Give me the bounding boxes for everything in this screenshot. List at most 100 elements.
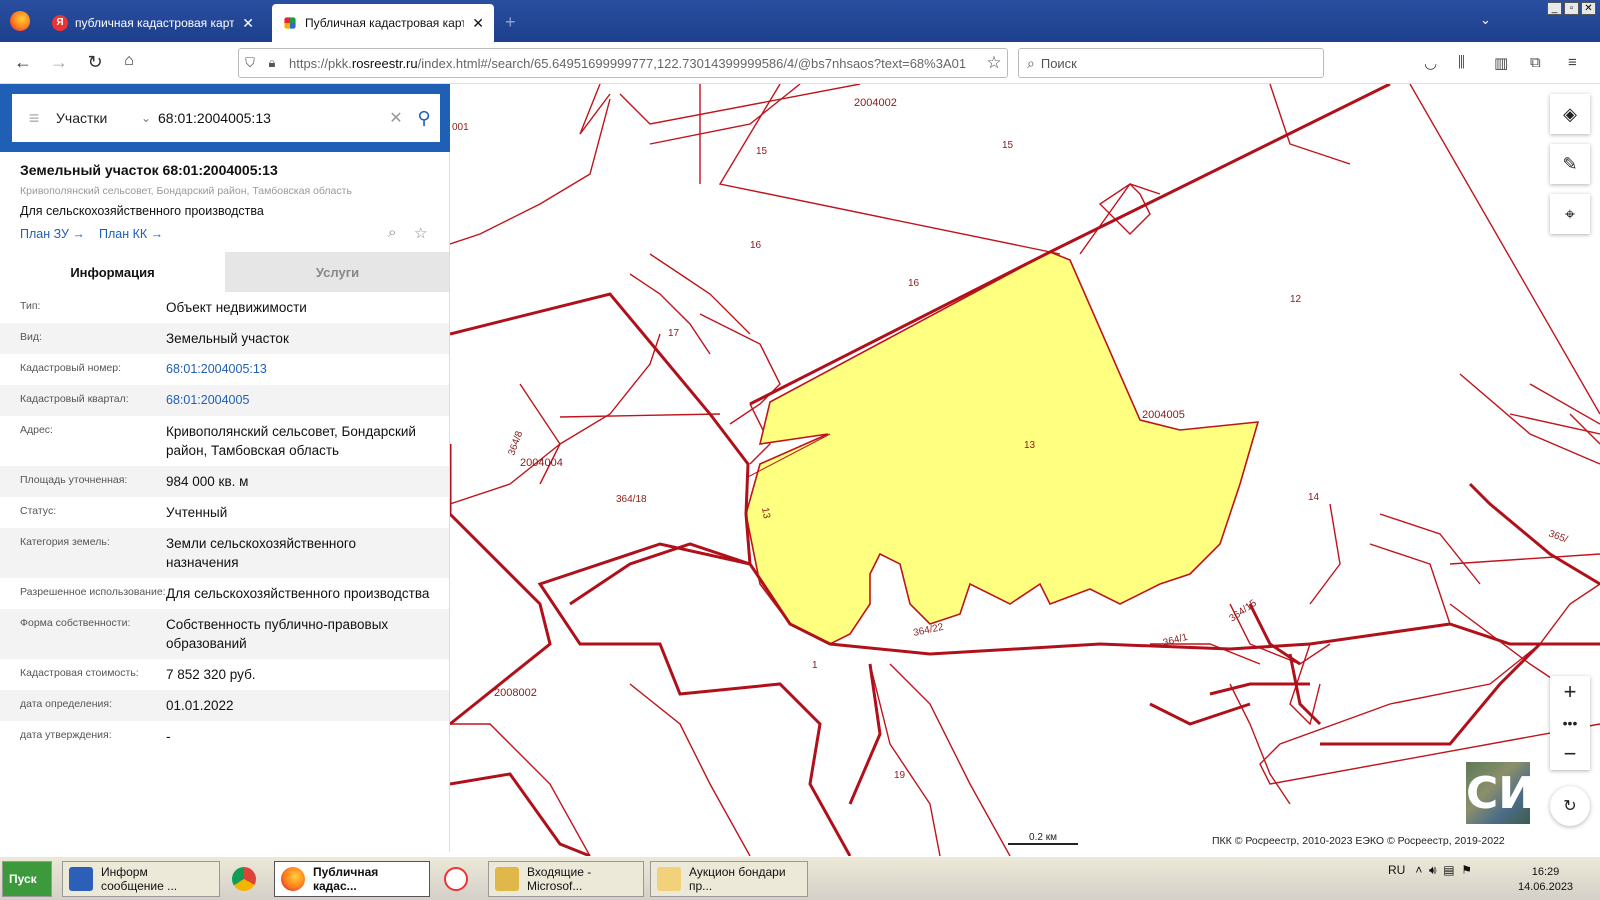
quarter-label: 2004005	[1142, 409, 1185, 421]
forward-arrow-icon[interactable]: →	[48, 52, 70, 73]
bookmark-star-icon[interactable]: ☆	[981, 53, 1007, 73]
taskbar-yandex[interactable]	[438, 861, 482, 897]
cadastral-number-link[interactable]: 68:01:2004005:13	[166, 360, 449, 379]
address-bar[interactable]: ⛉ 🔒︎ https://pkk.rosreestr.ru/index.html…	[238, 48, 1008, 78]
attr-label: Площадь уточненная:	[20, 474, 128, 486]
back-arrow-icon[interactable]: ←	[12, 52, 34, 73]
plan-zu-link[interactable]: План ЗУ →	[20, 227, 85, 241]
quarter-label: 2008002	[494, 687, 537, 699]
firefox-icon	[281, 867, 305, 891]
quarter-label: 2004002	[854, 97, 897, 109]
scale-bar: 0.2 км	[1008, 832, 1078, 845]
parcel-info-panel: Земельный участок 68:01:2004005:13 Криво…	[0, 152, 450, 852]
yandex-icon: Я	[52, 15, 68, 31]
extensions-icon[interactable]: ⧉	[1530, 54, 1541, 71]
language-indicator[interactable]: RU	[1388, 863, 1405, 877]
parcel-label: 16	[750, 240, 762, 251]
clear-icon[interactable]: ✕	[384, 108, 408, 128]
zoom-in-icon[interactable]: +	[1550, 676, 1590, 707]
lock-icon[interactable]: 🔒︎	[261, 55, 283, 71]
parcel-usage: Для сельскохозяйственного производства	[20, 204, 264, 218]
zoom-to-object-icon[interactable]: ⌕	[388, 224, 396, 241]
tab-info[interactable]: Информация	[0, 252, 225, 292]
layers-icon[interactable]: ◈	[1550, 94, 1590, 134]
attr-row: Площадь уточненная: 984 000 кв. м	[0, 466, 449, 497]
tab-title: публичная кадастровая карта —	[75, 16, 235, 30]
taskbar-word[interactable]: Информ сообщение ...	[62, 861, 220, 897]
attr-label: Статус:	[20, 505, 57, 517]
tab-services[interactable]: Услуги	[225, 252, 449, 292]
attr-value: 01.01.2022	[166, 698, 234, 713]
flag-icon[interactable]: ⚑	[1461, 863, 1472, 877]
attr-label: Разрешенное использование:	[20, 586, 166, 598]
window-controls: _ ▫ ✕	[1547, 2, 1596, 15]
compass-icon[interactable]: ↻	[1550, 786, 1590, 826]
home-icon[interactable]: ⌂	[118, 52, 140, 70]
locate-icon[interactable]: ⌖	[1550, 194, 1590, 234]
clock[interactable]: 16:29 14.06.2023	[1518, 865, 1573, 895]
info-tabs: Информация Услуги	[0, 252, 449, 292]
tab-active[interactable]: Публичная кадастровая карта ✕	[272, 4, 494, 42]
url-text[interactable]: https://pkk.rosreestr.ru/index.html#/sea…	[283, 56, 981, 71]
more-icon[interactable]: •••	[1550, 707, 1590, 738]
ruler-icon[interactable]: ✎	[1550, 144, 1590, 184]
start-label: Пуск	[9, 872, 37, 886]
attr-row: Адрес: Кривополянский сельсовет, Бондарск…	[0, 416, 449, 466]
attr-row: Статус: Учтенный	[0, 497, 449, 528]
close-window-icon[interactable]: ✕	[1581, 2, 1596, 15]
close-tab-icon[interactable]: ✕	[472, 15, 484, 32]
attr-value: Земельный участок	[166, 331, 289, 346]
chevron-down-icon[interactable]: ⌄	[134, 111, 158, 125]
taskbar-folder[interactable]: Аукцион бондари пр...	[650, 861, 808, 897]
sidebar-icon[interactable]: ▥	[1494, 54, 1508, 72]
chrome-icon	[232, 867, 256, 891]
zoom-out-icon[interactable]: −	[1550, 738, 1590, 769]
attr-label: дата утверждения:	[20, 729, 112, 741]
start-button[interactable]: Пуск	[2, 861, 52, 897]
shield-icon[interactable]: ⛉	[239, 55, 261, 71]
network-icon[interactable]: ▤	[1443, 863, 1454, 877]
cadastral-map[interactable]: 2004002 2004005 2004004 2008002 15 15 16…	[450, 84, 1600, 856]
parcel-label: 12	[1290, 294, 1302, 305]
attr-row: дата определения: 01.01.2022	[0, 690, 449, 721]
map-canvas[interactable]: 2004002 2004005 2004004 2008002 15 15 16…	[450, 84, 1600, 856]
map-copyright: ПКК © Росреестр, 2010-2023 ЕЭКО © Росрее…	[1212, 835, 1505, 847]
cadastral-search-input[interactable]: 68:01:2004005:13	[158, 110, 384, 126]
folder-icon	[657, 867, 681, 891]
favorite-star-icon[interactable]: ☆	[414, 224, 427, 242]
reload-icon[interactable]: ↻	[84, 52, 106, 73]
parcel-label: 364/8	[506, 429, 525, 457]
taskbar-chrome[interactable]	[226, 861, 270, 897]
search-icon: ⌕	[1027, 54, 1035, 71]
search-type-select[interactable]: Участки	[56, 110, 134, 126]
close-tab-icon[interactable]: ✕	[242, 15, 254, 32]
attr-row: Разрешенное использование: Для сельскохоз…	[0, 578, 449, 609]
cadastral-quarter-link[interactable]: 68:01:2004005	[166, 391, 449, 410]
tab-inactive[interactable]: Я публичная кадастровая карта — ✕	[42, 4, 264, 42]
attr-value: Кривополянский сельсовет, Бондарский рай…	[166, 424, 416, 458]
attr-label: Форма собственности:	[20, 617, 131, 629]
taskbar-outlook[interactable]: Входящие - Microsof...	[488, 861, 644, 897]
hamburger-menu-icon[interactable]: ≡	[12, 108, 56, 129]
attr-label: дата определения:	[20, 698, 113, 710]
plan-kk-link[interactable]: План КК →	[99, 227, 163, 241]
minimize-icon[interactable]: _	[1547, 2, 1562, 15]
tab-list-chevron-icon[interactable]: ⌄	[1480, 12, 1491, 28]
search-icon[interactable]: ⚲	[408, 108, 440, 129]
browser-search-input[interactable]: ⌕ Поиск	[1018, 48, 1324, 78]
pocket-icon[interactable]: ◡	[1424, 54, 1437, 72]
taskbar-firefox[interactable]: Публичная кадас...	[274, 861, 430, 897]
basemap-switcher[interactable]: СИ	[1466, 762, 1536, 824]
menu-icon[interactable]: ≡	[1568, 54, 1577, 71]
volume-icon[interactable]: 🔊︎	[1429, 863, 1437, 877]
tray-expand-icon[interactable]: ˄	[1415, 863, 1422, 877]
new-tab-icon[interactable]: +	[505, 12, 516, 33]
attr-row: Тип: Объект недвижимости	[0, 292, 449, 323]
attr-label: Кадастровая стоимость:	[20, 667, 139, 679]
firefox-icon[interactable]	[10, 11, 30, 31]
library-icon[interactable]: ⫼	[1458, 54, 1465, 71]
highlighted-parcel-13[interactable]	[745, 251, 1260, 645]
restore-icon[interactable]: ▫	[1564, 2, 1579, 15]
minimap-text: СИ	[1466, 768, 1536, 819]
parcel-label: 1	[812, 660, 818, 671]
